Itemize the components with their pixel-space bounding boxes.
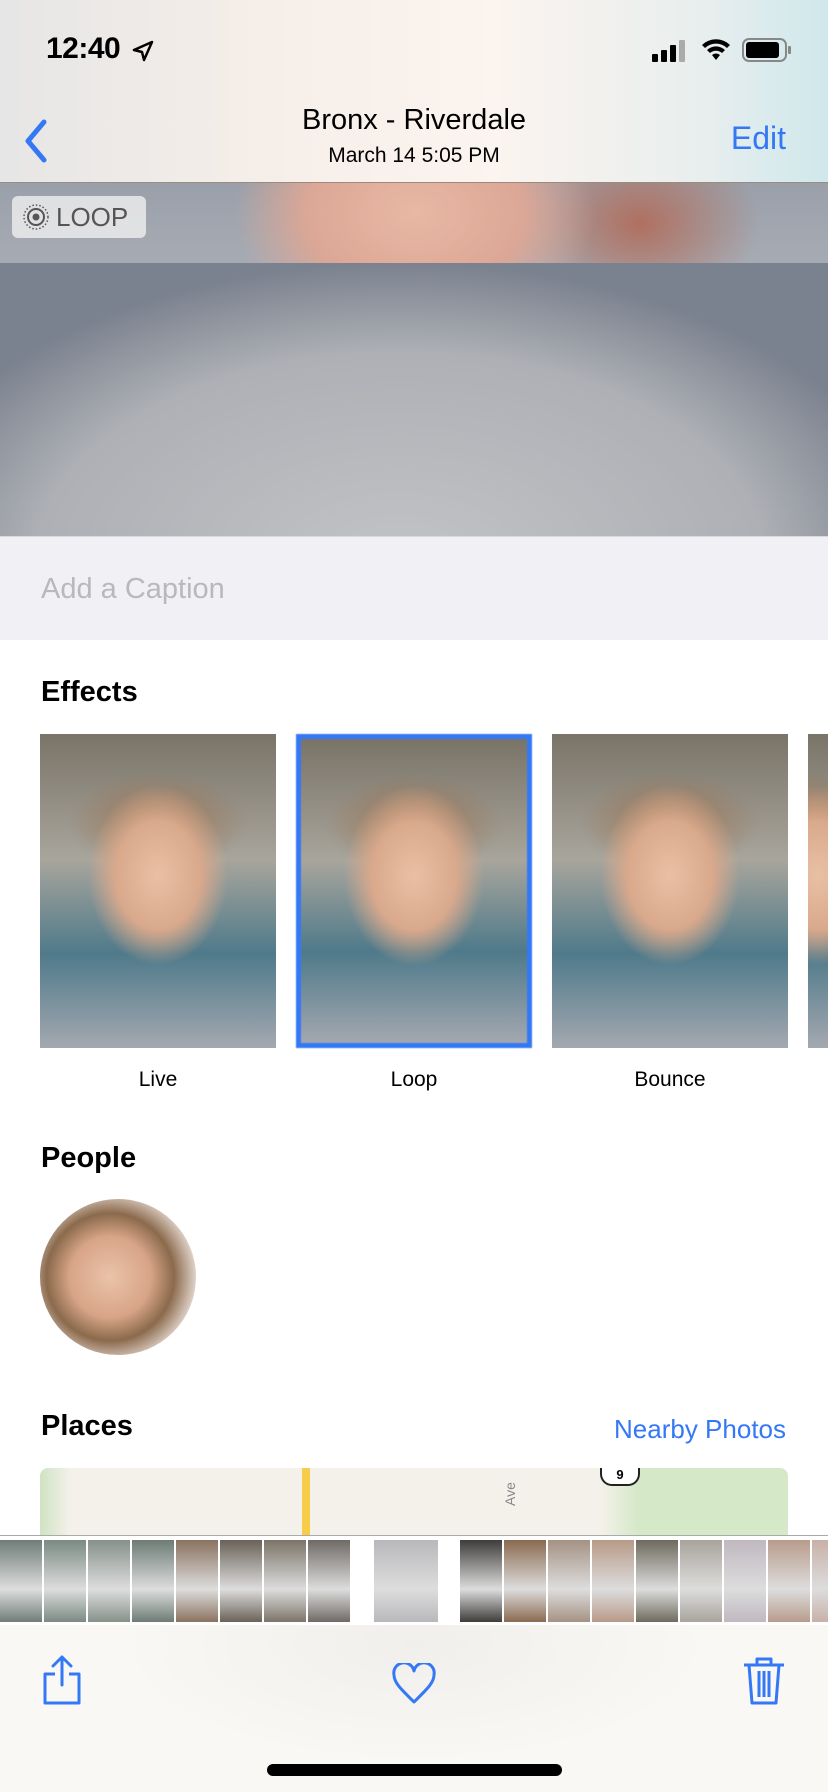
map-street-label: Ave bbox=[501, 1482, 518, 1506]
share-icon[interactable] bbox=[40, 1655, 84, 1705]
edit-button[interactable]: Edit bbox=[731, 120, 786, 157]
live-photo-icon bbox=[23, 204, 49, 230]
caption-input[interactable]: Add a Caption bbox=[41, 573, 225, 606]
home-indicator[interactable] bbox=[267, 1764, 562, 1776]
heart-icon[interactable] bbox=[392, 1663, 436, 1705]
effect-loop-thumbnail[interactable] bbox=[296, 734, 532, 1048]
scrubber-thumbnail[interactable] bbox=[264, 1540, 306, 1622]
cellular-signal-icon bbox=[652, 40, 685, 62]
scrubber-thumbnail[interactable] bbox=[176, 1540, 218, 1622]
location-arrow-icon bbox=[132, 40, 154, 62]
battery-icon bbox=[742, 38, 791, 62]
loop-badge-label: LOOP bbox=[56, 201, 129, 232]
status-time: 12:40 bbox=[46, 32, 121, 65]
scrubber-thumbnail[interactable] bbox=[88, 1540, 130, 1622]
scrubber-thumbnail[interactable] bbox=[768, 1540, 810, 1622]
effect-label: Bounce bbox=[634, 1068, 706, 1091]
scrubber-thumbnail[interactable] bbox=[44, 1540, 86, 1622]
route-shield: 9 bbox=[600, 1468, 640, 1486]
scrubber-thumbnail[interactable] bbox=[460, 1540, 502, 1622]
places-heading: Places bbox=[41, 1410, 133, 1442]
photo-content bbox=[0, 263, 828, 536]
effects-heading: Effects bbox=[41, 676, 138, 708]
wifi-icon bbox=[702, 39, 730, 60]
scrubber-thumbnail[interactable] bbox=[592, 1540, 634, 1622]
scrubber-thumbnail[interactable] bbox=[680, 1540, 722, 1622]
effect-label: Loop bbox=[390, 1068, 438, 1091]
scrubber-thumbnail[interactable] bbox=[132, 1540, 174, 1622]
scrubber-thumbnail[interactable] bbox=[0, 1540, 42, 1622]
effect-live-thumbnail[interactable] bbox=[40, 734, 276, 1048]
nearby-photos-link[interactable]: Nearby Photos bbox=[614, 1414, 786, 1445]
scrubber-thumbnail[interactable] bbox=[308, 1540, 350, 1622]
navigation-bar: 12:40 Bronx - Riverdale March 14 5:05 PM… bbox=[0, 0, 828, 183]
effect-bounce-thumbnail[interactable] bbox=[552, 734, 788, 1048]
photo-scrubber[interactable] bbox=[0, 1535, 828, 1625]
map-road bbox=[302, 1468, 310, 1538]
scrubber-thumbnail[interactable] bbox=[548, 1540, 590, 1622]
effect-next-thumbnail[interactable] bbox=[808, 734, 828, 1048]
people-heading: People bbox=[41, 1142, 137, 1174]
scrubber-thumbnail[interactable] bbox=[374, 1540, 438, 1622]
photo-date-subtitle: March 14 5:05 PM bbox=[328, 144, 500, 167]
person-avatar[interactable] bbox=[40, 1199, 196, 1355]
scrubber-thumbnail[interactable] bbox=[636, 1540, 678, 1622]
location-map[interactable]: Ave 9 bbox=[40, 1468, 788, 1538]
loop-badge: LOOP bbox=[12, 196, 146, 238]
scrubber-thumbnail[interactable] bbox=[812, 1540, 828, 1622]
scrubber-thumbnail[interactable] bbox=[724, 1540, 766, 1622]
scrubber-thumbnail[interactable] bbox=[504, 1540, 546, 1622]
trash-icon[interactable] bbox=[742, 1655, 786, 1705]
effect-label: Live bbox=[138, 1068, 178, 1091]
photo-location-title: Bronx - Riverdale bbox=[301, 104, 527, 136]
scrubber-thumbnail[interactable] bbox=[220, 1540, 262, 1622]
